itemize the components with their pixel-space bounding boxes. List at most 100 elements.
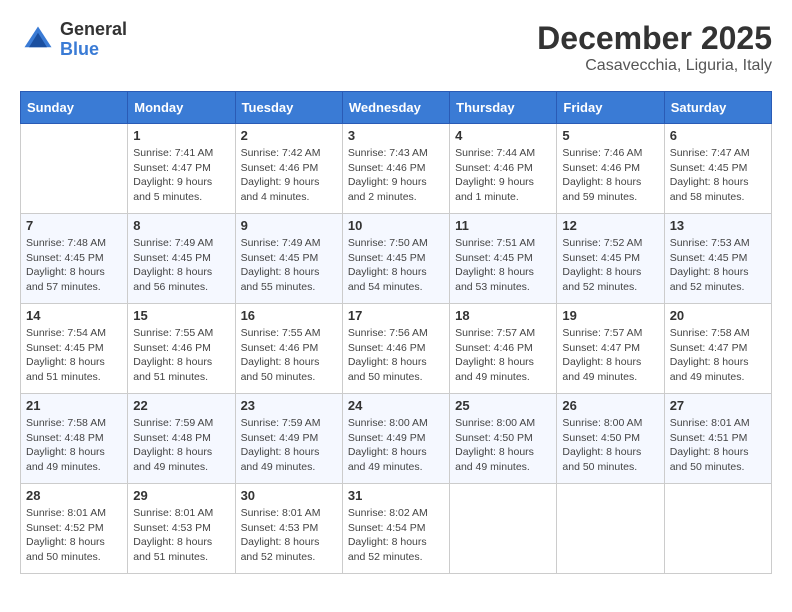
calendar-cell: 1 Sunrise: 7:41 AM Sunset: 4:47 PM Daylig… bbox=[128, 124, 235, 214]
day-number: 3 bbox=[348, 128, 444, 143]
day-number: 8 bbox=[133, 218, 229, 233]
day-info: Sunrise: 8:00 AM Sunset: 4:49 PM Dayligh… bbox=[348, 416, 444, 475]
page-header: General Blue December 2025 Casavecchia, … bbox=[20, 20, 772, 75]
calendar-week-row: 14 Sunrise: 7:54 AM Sunset: 4:45 PM Dayli… bbox=[21, 304, 772, 394]
day-info: Sunrise: 7:46 AM Sunset: 4:46 PM Dayligh… bbox=[562, 146, 658, 205]
day-info: Sunrise: 7:50 AM Sunset: 4:45 PM Dayligh… bbox=[348, 236, 444, 295]
day-info: Sunrise: 7:51 AM Sunset: 4:45 PM Dayligh… bbox=[455, 236, 551, 295]
day-number: 7 bbox=[26, 218, 122, 233]
calendar-cell bbox=[557, 484, 664, 574]
day-number: 19 bbox=[562, 308, 658, 323]
day-info: Sunrise: 7:57 AM Sunset: 4:47 PM Dayligh… bbox=[562, 326, 658, 385]
day-info: Sunrise: 7:55 AM Sunset: 4:46 PM Dayligh… bbox=[133, 326, 229, 385]
day-number: 1 bbox=[133, 128, 229, 143]
calendar-cell: 20 Sunrise: 7:58 AM Sunset: 4:47 PM Dayli… bbox=[664, 304, 771, 394]
calendar-cell: 8 Sunrise: 7:49 AM Sunset: 4:45 PM Daylig… bbox=[128, 214, 235, 304]
weekday-header: Sunday bbox=[21, 92, 128, 124]
month-title: December 2025 bbox=[537, 20, 772, 57]
day-info: Sunrise: 8:00 AM Sunset: 4:50 PM Dayligh… bbox=[562, 416, 658, 475]
day-info: Sunrise: 7:41 AM Sunset: 4:47 PM Dayligh… bbox=[133, 146, 229, 205]
calendar-week-row: 28 Sunrise: 8:01 AM Sunset: 4:52 PM Dayli… bbox=[21, 484, 772, 574]
day-info: Sunrise: 7:49 AM Sunset: 4:45 PM Dayligh… bbox=[133, 236, 229, 295]
day-number: 20 bbox=[670, 308, 766, 323]
calendar-cell: 30 Sunrise: 8:01 AM Sunset: 4:53 PM Dayli… bbox=[235, 484, 342, 574]
weekday-header: Monday bbox=[128, 92, 235, 124]
calendar-week-row: 21 Sunrise: 7:58 AM Sunset: 4:48 PM Dayli… bbox=[21, 394, 772, 484]
logo: General Blue bbox=[20, 20, 127, 60]
day-info: Sunrise: 7:52 AM Sunset: 4:45 PM Dayligh… bbox=[562, 236, 658, 295]
day-info: Sunrise: 8:01 AM Sunset: 4:53 PM Dayligh… bbox=[133, 506, 229, 565]
day-number: 23 bbox=[241, 398, 337, 413]
day-info: Sunrise: 7:56 AM Sunset: 4:46 PM Dayligh… bbox=[348, 326, 444, 385]
day-info: Sunrise: 7:54 AM Sunset: 4:45 PM Dayligh… bbox=[26, 326, 122, 385]
calendar-cell: 3 Sunrise: 7:43 AM Sunset: 4:46 PM Daylig… bbox=[342, 124, 449, 214]
calendar-cell: 10 Sunrise: 7:50 AM Sunset: 4:45 PM Dayli… bbox=[342, 214, 449, 304]
day-number: 15 bbox=[133, 308, 229, 323]
day-number: 2 bbox=[241, 128, 337, 143]
weekday-header: Thursday bbox=[450, 92, 557, 124]
logo-line1: General bbox=[60, 20, 127, 40]
day-number: 28 bbox=[26, 488, 122, 503]
logo-icon bbox=[20, 22, 56, 58]
day-info: Sunrise: 8:01 AM Sunset: 4:53 PM Dayligh… bbox=[241, 506, 337, 565]
day-number: 22 bbox=[133, 398, 229, 413]
day-number: 24 bbox=[348, 398, 444, 413]
day-info: Sunrise: 7:59 AM Sunset: 4:48 PM Dayligh… bbox=[133, 416, 229, 475]
day-number: 5 bbox=[562, 128, 658, 143]
day-info: Sunrise: 7:44 AM Sunset: 4:46 PM Dayligh… bbox=[455, 146, 551, 205]
day-number: 13 bbox=[670, 218, 766, 233]
day-info: Sunrise: 7:55 AM Sunset: 4:46 PM Dayligh… bbox=[241, 326, 337, 385]
day-number: 25 bbox=[455, 398, 551, 413]
calendar-cell: 16 Sunrise: 7:55 AM Sunset: 4:46 PM Dayli… bbox=[235, 304, 342, 394]
calendar-cell: 31Sunrise: 8:02 AM Sunset: 4:54 PM Dayli… bbox=[342, 484, 449, 574]
day-info: Sunrise: 7:49 AM Sunset: 4:45 PM Dayligh… bbox=[241, 236, 337, 295]
calendar-cell: 26 Sunrise: 8:00 AM Sunset: 4:50 PM Dayli… bbox=[557, 394, 664, 484]
calendar-cell: 28 Sunrise: 8:01 AM Sunset: 4:52 PM Dayli… bbox=[21, 484, 128, 574]
calendar-cell bbox=[664, 484, 771, 574]
calendar-cell: 15 Sunrise: 7:55 AM Sunset: 4:46 PM Dayli… bbox=[128, 304, 235, 394]
day-info: Sunrise: 8:01 AM Sunset: 4:52 PM Dayligh… bbox=[26, 506, 122, 565]
calendar-cell: 6Sunrise: 7:47 AM Sunset: 4:45 PM Daylig… bbox=[664, 124, 771, 214]
calendar-cell: 18Sunrise: 7:57 AM Sunset: 4:46 PM Dayli… bbox=[450, 304, 557, 394]
day-info: Sunrise: 7:59 AM Sunset: 4:49 PM Dayligh… bbox=[241, 416, 337, 475]
day-number: 11 bbox=[455, 218, 551, 233]
calendar-table: SundayMondayTuesdayWednesdayThursdayFrid… bbox=[20, 91, 772, 574]
calendar-header-row: SundayMondayTuesdayWednesdayThursdayFrid… bbox=[21, 92, 772, 124]
day-number: 10 bbox=[348, 218, 444, 233]
calendar-cell: 24 Sunrise: 8:00 AM Sunset: 4:49 PM Dayli… bbox=[342, 394, 449, 484]
day-number: 21 bbox=[26, 398, 122, 413]
calendar-cell: 4Sunrise: 7:44 AM Sunset: 4:46 PM Daylig… bbox=[450, 124, 557, 214]
day-number: 26 bbox=[562, 398, 658, 413]
day-number: 18 bbox=[455, 308, 551, 323]
calendar-cell: 9 Sunrise: 7:49 AM Sunset: 4:45 PM Daylig… bbox=[235, 214, 342, 304]
day-info: Sunrise: 8:00 AM Sunset: 4:50 PM Dayligh… bbox=[455, 416, 551, 475]
day-number: 14 bbox=[26, 308, 122, 323]
day-info: Sunrise: 7:43 AM Sunset: 4:46 PM Dayligh… bbox=[348, 146, 444, 205]
calendar-cell: 23 Sunrise: 7:59 AM Sunset: 4:49 PM Dayli… bbox=[235, 394, 342, 484]
calendar-cell: 13Sunrise: 7:53 AM Sunset: 4:45 PM Dayli… bbox=[664, 214, 771, 304]
location-title: Casavecchia, Liguria, Italy bbox=[537, 57, 772, 75]
day-info: Sunrise: 7:48 AM Sunset: 4:45 PM Dayligh… bbox=[26, 236, 122, 295]
weekday-header: Saturday bbox=[664, 92, 771, 124]
day-info: Sunrise: 7:58 AM Sunset: 4:48 PM Dayligh… bbox=[26, 416, 122, 475]
day-number: 16 bbox=[241, 308, 337, 323]
calendar-cell bbox=[450, 484, 557, 574]
day-number: 17 bbox=[348, 308, 444, 323]
calendar-cell: 11 Sunrise: 7:51 AM Sunset: 4:45 PM Dayli… bbox=[450, 214, 557, 304]
calendar-cell: 5 Sunrise: 7:46 AM Sunset: 4:46 PM Daylig… bbox=[557, 124, 664, 214]
calendar-week-row: 7 Sunrise: 7:48 AM Sunset: 4:45 PM Daylig… bbox=[21, 214, 772, 304]
weekday-header: Friday bbox=[557, 92, 664, 124]
calendar-cell: 27Sunrise: 8:01 AM Sunset: 4:51 PM Dayli… bbox=[664, 394, 771, 484]
day-info: Sunrise: 8:02 AM Sunset: 4:54 PM Dayligh… bbox=[348, 506, 444, 565]
day-info: Sunrise: 8:01 AM Sunset: 4:51 PM Dayligh… bbox=[670, 416, 766, 475]
day-number: 9 bbox=[241, 218, 337, 233]
calendar-cell: 22 Sunrise: 7:59 AM Sunset: 4:48 PM Dayli… bbox=[128, 394, 235, 484]
day-number: 30 bbox=[241, 488, 337, 503]
day-info: Sunrise: 7:58 AM Sunset: 4:47 PM Dayligh… bbox=[670, 326, 766, 385]
day-number: 29 bbox=[133, 488, 229, 503]
calendar-cell bbox=[21, 124, 128, 214]
calendar-cell: 29 Sunrise: 8:01 AM Sunset: 4:53 PM Dayli… bbox=[128, 484, 235, 574]
calendar-cell: 25 Sunrise: 8:00 AM Sunset: 4:50 PM Dayli… bbox=[450, 394, 557, 484]
calendar-cell: 17 Sunrise: 7:56 AM Sunset: 4:46 PM Dayli… bbox=[342, 304, 449, 394]
calendar-cell: 7 Sunrise: 7:48 AM Sunset: 4:45 PM Daylig… bbox=[21, 214, 128, 304]
